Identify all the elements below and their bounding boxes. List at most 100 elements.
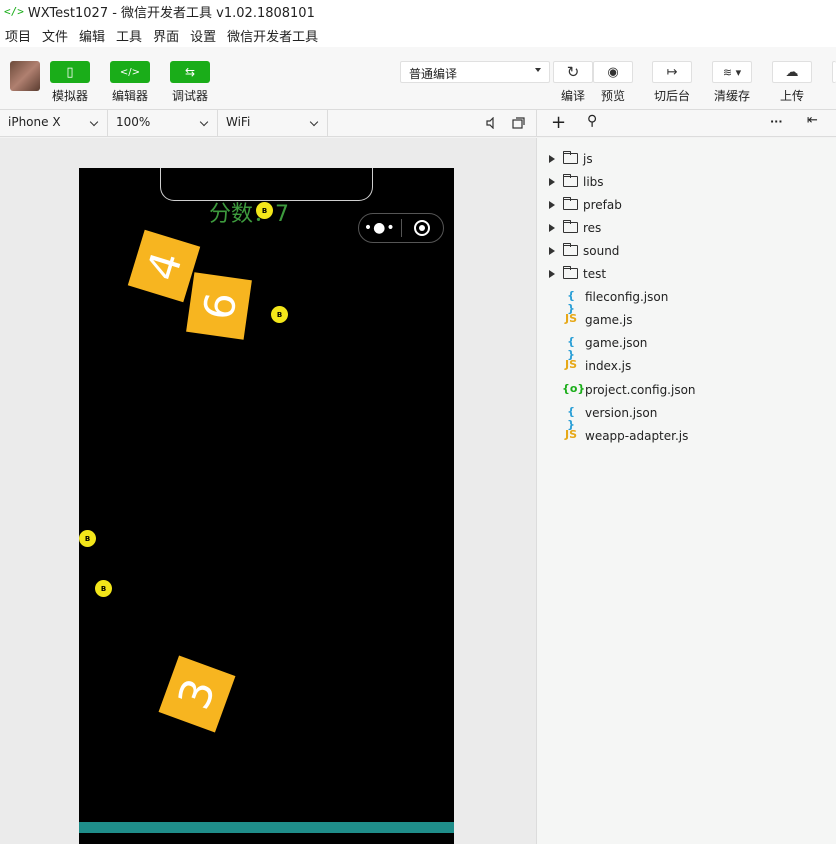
- overflow-button-partial[interactable]: [832, 61, 836, 83]
- js-file-icon: JS: [564, 428, 577, 441]
- file-label: fileconfig.json: [585, 290, 669, 304]
- file-game-json[interactable]: { } game.json: [537, 333, 836, 361]
- clear-cache-label: 清缓存: [713, 89, 750, 103]
- layers-icon: ≋ ▾: [722, 65, 742, 79]
- background-button[interactable]: ↦: [652, 61, 692, 83]
- ball: B: [79, 530, 96, 547]
- search-icon[interactable]: ⚲: [587, 113, 597, 129]
- folder-icon: [563, 220, 578, 233]
- menu-tools[interactable]: 工具: [111, 26, 148, 45]
- add-file-icon[interactable]: +: [551, 112, 566, 133]
- folder-label: test: [583, 267, 607, 281]
- caret-right-icon: [549, 201, 555, 209]
- simulator-area: 分数：7 •●• 4 9 3 B B B B: [0, 138, 536, 844]
- speaker-icon: [486, 117, 494, 129]
- eye-icon: ◉: [607, 64, 619, 80]
- folder-js[interactable]: js: [537, 149, 836, 169]
- ball: B: [95, 580, 112, 597]
- folder-icon: [563, 266, 578, 279]
- chevron-down-icon: [309, 117, 319, 127]
- editor-toggle-button[interactable]: </>: [110, 61, 150, 83]
- file-version-json[interactable]: { } version.json: [537, 403, 836, 431]
- folder-label: js: [583, 152, 593, 166]
- simulator-label: 模拟器: [51, 89, 88, 103]
- more-menu-icon[interactable]: •●•: [359, 220, 401, 236]
- editor-label: 编辑器: [111, 89, 148, 103]
- background-icon: ↦: [666, 64, 678, 80]
- collapse-panel-icon[interactable]: ⇤: [807, 113, 818, 128]
- ground-bar: [79, 822, 454, 833]
- file-label: project.config.json: [585, 383, 696, 397]
- code-icon: </>: [119, 66, 141, 78]
- compile-label: 编译: [560, 89, 585, 103]
- popout-icon: [511, 117, 525, 129]
- menu-settings[interactable]: 设置: [185, 26, 222, 45]
- mute-button[interactable]: [484, 115, 500, 131]
- avatar[interactable]: [10, 61, 40, 91]
- close-target-icon[interactable]: [401, 220, 443, 236]
- app-logo-icon: </>: [4, 5, 24, 18]
- config-file-icon: {o}: [562, 382, 586, 395]
- menu-view[interactable]: 界面: [148, 26, 185, 45]
- folder-icon: [563, 151, 578, 164]
- caret-right-icon: [549, 270, 555, 278]
- cloud-upload-icon: ☁: [785, 64, 799, 80]
- ball: B: [256, 202, 273, 219]
- menu-project[interactable]: 项目: [0, 26, 37, 45]
- number-tile: 3: [158, 655, 236, 733]
- background-label: 切后台: [653, 89, 690, 103]
- number-tile: 9: [186, 272, 252, 340]
- file-label: game.json: [585, 336, 648, 350]
- folder-prefab[interactable]: prefab: [537, 195, 836, 215]
- js-file-icon: JS: [564, 358, 577, 371]
- file-index-js[interactable]: JS index.js: [537, 356, 836, 376]
- file-tree: js libs prefab res sound test { } fileco…: [536, 138, 836, 844]
- chevron-down-icon: [199, 117, 209, 127]
- compile-button[interactable]: ↻: [553, 61, 593, 83]
- file-game-js[interactable]: JS game.js: [537, 310, 836, 330]
- score-text: 分数：7: [209, 202, 289, 227]
- network-value: WiFi: [226, 115, 251, 129]
- folder-icon: [563, 174, 578, 187]
- clear-cache-button[interactable]: ≋ ▾: [712, 61, 752, 83]
- network-select[interactable]: WiFi: [218, 110, 328, 136]
- refresh-icon: ↻: [566, 63, 580, 81]
- folder-test[interactable]: test: [537, 264, 836, 284]
- zoom-select[interactable]: 100%: [108, 110, 218, 136]
- folder-label: res: [583, 221, 602, 235]
- file-project-config-json[interactable]: {o} project.config.json: [537, 380, 836, 400]
- simulator-toggle-button[interactable]: ▯: [50, 61, 90, 83]
- main-toolbar: ▯ 模拟器 </> 编辑器 ⇆ 调试器 普通编译 ↻ 编译 ◉ 预览 ↦ 切后台…: [0, 47, 836, 110]
- folder-label: prefab: [583, 198, 622, 212]
- folder-icon: [563, 197, 578, 210]
- number-tile: 4: [127, 229, 201, 303]
- more-options-icon[interactable]: ···: [770, 115, 783, 128]
- game-canvas[interactable]: 分数：7 •●• 4 9 3 B B B B: [79, 168, 454, 844]
- folder-sound[interactable]: sound: [537, 241, 836, 261]
- device-select[interactable]: iPhone X: [0, 110, 108, 136]
- file-fileconfig-json[interactable]: { } fileconfig.json: [537, 287, 836, 315]
- compile-mode-select[interactable]: 普通编译: [400, 61, 550, 83]
- upload-label: 上传: [779, 89, 804, 103]
- debugger-toggle-button[interactable]: ⇆: [170, 61, 210, 83]
- file-tree-toolbar: + ⚲ ··· ⇤: [536, 110, 836, 137]
- upload-button[interactable]: ☁: [772, 61, 812, 83]
- title-bar: </> WXTest1027 - 微信开发者工具 v1.02.1808101: [0, 0, 836, 23]
- preview-button[interactable]: ◉: [593, 61, 633, 83]
- compile-mode-value: 普通编译: [409, 67, 458, 81]
- detach-window-button[interactable]: [510, 115, 526, 131]
- menu-edit[interactable]: 编辑: [74, 26, 111, 45]
- menu-file[interactable]: 文件: [37, 26, 74, 45]
- caret-right-icon: [549, 155, 555, 163]
- folder-res[interactable]: res: [537, 218, 836, 238]
- folder-label: libs: [583, 175, 604, 189]
- file-weapp-adapter-js[interactable]: JS weapp-adapter.js: [537, 426, 836, 446]
- preview-label: 预览: [600, 89, 625, 103]
- menu-wechat-devtools[interactable]: 微信开发者工具: [222, 26, 324, 45]
- file-label: version.json: [585, 406, 658, 420]
- phone-icon: ▯: [66, 64, 74, 80]
- file-label: game.js: [585, 313, 633, 327]
- folder-libs[interactable]: libs: [537, 172, 836, 192]
- folder-icon: [563, 243, 578, 256]
- ball: B: [271, 306, 288, 323]
